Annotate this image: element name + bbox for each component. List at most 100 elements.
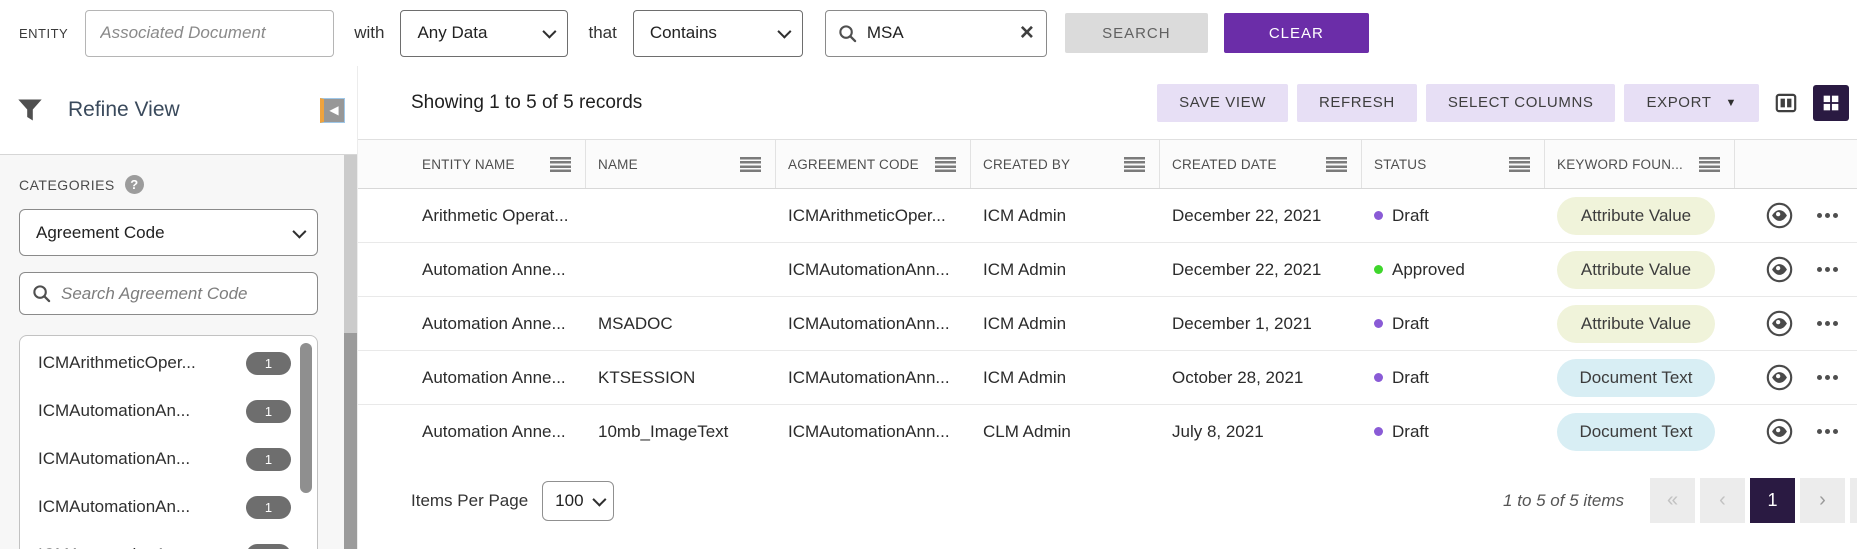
header-cell[interactable]: ENTITY NAME [410, 140, 586, 188]
keyword-pill: Attribute Value [1557, 251, 1715, 289]
cell-status: Draft [1362, 422, 1545, 442]
data-type-select[interactable]: Any Data [400, 10, 568, 57]
table-row[interactable]: Automation Anne... KTSESSION ICMAutomati… [358, 351, 1857, 405]
column-menu-icon[interactable] [1124, 157, 1145, 172]
cell-status: Draft [1362, 368, 1545, 388]
caret-down-icon: ▼ [1726, 97, 1738, 109]
keyword-searchbox: × [825, 10, 1047, 57]
category-search-input[interactable] [61, 284, 305, 304]
column-menu-icon[interactable] [1326, 157, 1347, 172]
column-menu-icon[interactable] [550, 157, 571, 172]
refresh-button[interactable]: REFRESH [1297, 84, 1417, 122]
row-menu-icon[interactable] [1817, 267, 1822, 272]
column-menu-icon[interactable] [1699, 157, 1720, 172]
list-scrollbar[interactable] [300, 343, 312, 493]
row-menu-icon[interactable] [1817, 213, 1822, 218]
status-label: Draft [1392, 314, 1429, 334]
cell-actions [1735, 202, 1857, 229]
table-row[interactable]: Automation Anne... MSADOC ICMAutomationA… [358, 297, 1857, 351]
eye-icon[interactable] [1766, 256, 1793, 283]
grid-view-toggle[interactable] [1813, 85, 1849, 121]
chevron-down-icon [543, 25, 557, 39]
filter-funnel-icon [16, 97, 44, 123]
eye-icon[interactable] [1766, 364, 1793, 391]
save-view-button[interactable]: SAVE VIEW [1157, 84, 1288, 122]
cell-actions [1735, 310, 1857, 337]
range-summary: 1 to 5 of 5 items [1503, 491, 1624, 511]
header-cell[interactable]: KEYWORD FOUN... [1545, 140, 1735, 188]
category-list-item[interactable]: ICMAutomationAn... 1 [20, 435, 317, 483]
row-menu-icon[interactable] [1817, 375, 1822, 380]
status-dot [1374, 427, 1383, 436]
count-badge: 1 [246, 544, 291, 549]
current-page-button[interactable]: 1 [1750, 478, 1795, 523]
cell-agreement-code: ICMArithmeticOper... [776, 206, 971, 226]
category-list-item[interactable]: ICMAutomationAn... 1 [20, 483, 317, 531]
chevron-down-icon [777, 25, 791, 39]
items-per-page-select[interactable]: 100 [542, 481, 614, 521]
status-label: Approved [1392, 260, 1465, 280]
chevron-down-icon [593, 492, 607, 506]
row-menu-icon[interactable] [1817, 429, 1822, 434]
header-cell[interactable]: AGREEMENT CODE [776, 140, 971, 188]
collapse-sidebar-button[interactable]: ◀ [320, 98, 345, 123]
cell-keyword: Document Text [1545, 359, 1735, 397]
category-list-item[interactable]: ICMArithmeticOper... 1 [20, 339, 317, 387]
cell-created-date: December 22, 2021 [1160, 206, 1362, 226]
keyword-input[interactable] [867, 23, 1020, 43]
cell-agreement-code: ICMAutomationAnn... [776, 260, 971, 280]
header-cell[interactable]: STATUS [1362, 140, 1545, 188]
next-page-button[interactable]: › [1800, 478, 1845, 523]
search-button[interactable]: SEARCH [1065, 13, 1208, 53]
table-row[interactable]: Automation Anne... ICMAutomationAnn... I… [358, 243, 1857, 297]
prev-page-button[interactable]: ‹ [1700, 478, 1745, 523]
eye-icon[interactable] [1766, 310, 1793, 337]
select-columns-button[interactable]: SELECT COLUMNS [1426, 84, 1616, 122]
last-page-button[interactable] [1850, 478, 1857, 523]
keyword-pill: Document Text [1557, 359, 1715, 397]
column-menu-icon[interactable] [935, 157, 956, 172]
clear-button[interactable]: CLEAR [1224, 13, 1369, 53]
category-list-item[interactable]: ICMAutomationAn... 1 [20, 531, 317, 549]
cell-actions [1735, 418, 1857, 445]
cell-actions [1735, 256, 1857, 283]
column-menu-icon[interactable] [740, 157, 761, 172]
cell-created-date: July 8, 2021 [1160, 422, 1362, 442]
row-menu-icon[interactable] [1817, 321, 1822, 326]
column-menu-icon[interactable] [1509, 157, 1530, 172]
eye-icon[interactable] [1766, 418, 1793, 445]
export-button[interactable]: EXPORT ▼ [1624, 84, 1759, 122]
eye-icon[interactable] [1766, 202, 1793, 229]
help-icon[interactable]: ? [125, 175, 144, 194]
header-cell[interactable]: CREATED BY [971, 140, 1160, 188]
results-panel: Showing 1 to 5 of 5 records SAVE VIEW RE… [358, 66, 1857, 549]
that-label: that [588, 23, 616, 43]
cell-created-by: ICM Admin [971, 314, 1160, 334]
cell-created-date: December 22, 2021 [1160, 260, 1362, 280]
sidebar-scrollbar[interactable] [344, 155, 357, 549]
entity-input[interactable] [85, 10, 334, 57]
table-header: ENTITY NAME NAME AGREEMENT CODE CREATED … [358, 140, 1857, 189]
condition-select[interactable]: Contains [633, 10, 803, 57]
column-view-toggle[interactable] [1768, 85, 1804, 121]
sidebar-title: Refine View [68, 98, 180, 122]
table-row[interactable]: Arithmetic Operat... ICMArithmeticOper..… [358, 189, 1857, 243]
cell-entity-name: Automation Anne... [410, 314, 586, 334]
first-page-button[interactable]: « [1650, 478, 1695, 523]
header-cell[interactable]: CREATED DATE [1160, 140, 1362, 188]
chevron-down-icon [292, 224, 306, 238]
category-searchbox [19, 272, 318, 315]
cell-keyword: Attribute Value [1545, 251, 1735, 289]
category-select[interactable]: Agreement Code [19, 209, 318, 256]
cell-keyword: Attribute Value [1545, 197, 1735, 235]
items-per-page-label: Items Per Page [411, 491, 528, 511]
sidebar-header: Refine View ◀ [0, 66, 357, 155]
keyword-pill: Document Text [1557, 413, 1715, 451]
header-cell[interactable]: NAME [586, 140, 776, 188]
table-row[interactable]: Automation Anne... 10mb_ImageText ICMAut… [358, 405, 1857, 452]
search-icon [838, 24, 857, 43]
category-list-item[interactable]: ICMAutomationAn... 1 [20, 387, 317, 435]
cell-created-by: ICM Admin [971, 260, 1160, 280]
cell-name: 10mb_ImageText [586, 422, 776, 442]
clear-search-icon[interactable]: × [1020, 21, 1034, 45]
